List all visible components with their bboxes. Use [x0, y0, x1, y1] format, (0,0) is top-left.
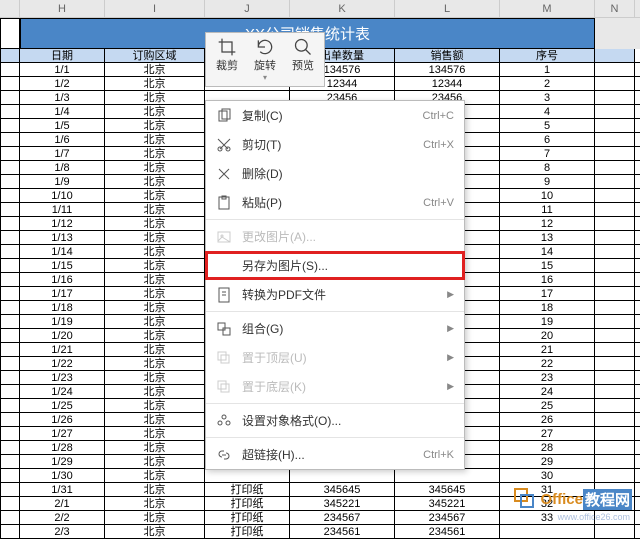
watermark-logo: Office教程网: [514, 488, 632, 510]
group-icon: [216, 321, 232, 337]
col-letter[interactable]: M: [500, 0, 595, 17]
col-letter[interactable]: H: [20, 0, 105, 17]
link-icon: [216, 447, 232, 463]
col-letter[interactable]: N: [595, 0, 635, 17]
menu-cut[interactable]: 剪切(T) Ctrl+X: [206, 130, 464, 159]
bring-front-icon: [216, 350, 232, 366]
rotate-button[interactable]: 旋转▾: [250, 35, 280, 84]
table-row[interactable]: 2/2 北京 打印纸 234567 234567 33: [0, 511, 640, 525]
format-icon: [216, 413, 232, 429]
menu-hyperlink[interactable]: 超链接(H)... Ctrl+K: [206, 440, 464, 469]
menu-convert-pdf[interactable]: 转换为PDF文件 ▶: [206, 280, 464, 309]
col-letter[interactable]: I: [105, 0, 205, 17]
crop-icon: [217, 37, 237, 57]
th-region: 订购区域: [105, 49, 205, 62]
menu-save-as-picture[interactable]: 另存为图片(S)...: [205, 251, 465, 280]
delete-icon: [216, 166, 232, 182]
th-date: 日期: [20, 49, 105, 62]
send-back-icon: [216, 379, 232, 395]
context-menu: 复制(C) Ctrl+C 剪切(T) Ctrl+X 删除(D) 粘贴(P) Ct…: [205, 100, 465, 470]
rotate-icon: [255, 37, 275, 57]
cut-icon: [216, 137, 232, 153]
table-row[interactable]: 2/3 北京 打印纸 234561 234561: [0, 525, 640, 539]
menu-group[interactable]: 组合(G) ▶: [206, 314, 464, 343]
image-edit-toolbar: 裁剪 旋转▾ 预览: [205, 32, 325, 87]
col-letter[interactable]: K: [290, 0, 395, 17]
copy-icon: [216, 108, 232, 124]
menu-change-picture: 更改图片(A)...: [206, 222, 464, 251]
col-letter[interactable]: J: [205, 0, 290, 17]
pdf-icon: [216, 287, 232, 303]
menu-bring-front: 置于顶层(U) ▶: [206, 343, 464, 372]
menu-paste[interactable]: 粘贴(P) Ctrl+V: [206, 188, 464, 217]
paste-icon: [216, 195, 232, 211]
th-sales: 销售额: [395, 49, 500, 62]
watermark-url: www.office26.com: [558, 512, 630, 522]
menu-delete[interactable]: 删除(D): [206, 159, 464, 188]
picture-icon: [216, 229, 232, 245]
col-letter[interactable]: L: [395, 0, 500, 17]
column-letter-bar: H I J K L M N: [0, 0, 640, 18]
crop-button[interactable]: 裁剪: [212, 35, 242, 84]
menu-format-object[interactable]: 设置对象格式(O)...: [206, 406, 464, 435]
search-icon: [293, 37, 313, 57]
table-row[interactable]: 1/30 北京 30: [0, 469, 640, 483]
menu-send-back: 置于底层(K) ▶: [206, 372, 464, 401]
th-seq: 序号: [500, 49, 595, 62]
preview-button[interactable]: 预览: [288, 35, 318, 84]
menu-copy[interactable]: 复制(C) Ctrl+C: [206, 101, 464, 130]
